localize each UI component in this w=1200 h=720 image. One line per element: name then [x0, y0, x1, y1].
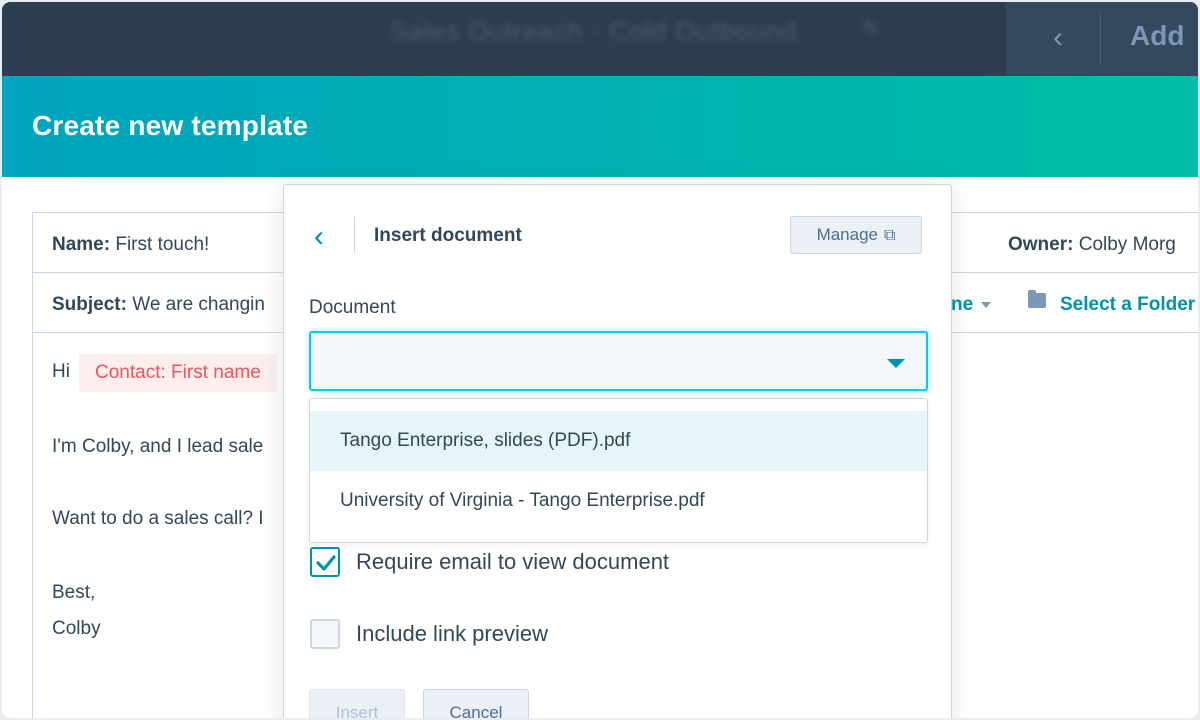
folder-icon: [1028, 290, 1046, 308]
edit-icon: ✎: [862, 16, 881, 41]
page-title: Create new template: [32, 110, 309, 141]
caret-down-icon: [887, 359, 905, 368]
select-folder-link[interactable]: Select a Folder: [1060, 294, 1195, 316]
body-signature: Colby: [52, 618, 101, 639]
body-line-2: Want to do a sales call? I: [52, 508, 264, 529]
topbar-divider: [1100, 14, 1101, 64]
document-select[interactable]: [309, 331, 928, 391]
checkmark-icon: [316, 555, 336, 571]
share-value: ne: [951, 294, 974, 315]
add-button[interactable]: Add: [1130, 20, 1184, 52]
require-email-label: Require email to view document: [356, 549, 670, 574]
name-field[interactable]: Name: First touch!: [52, 234, 209, 256]
body-greeting: Hi: [52, 361, 70, 382]
manage-label: Manage: [816, 225, 878, 244]
personalization-token[interactable]: Contact: First name: [79, 354, 277, 392]
body-signoff: Best,: [52, 582, 96, 603]
body-line-1: I'm Colby, and I lead sale: [52, 436, 264, 457]
name-label: Name:: [52, 234, 111, 255]
require-email-checkbox[interactable]: [310, 547, 340, 577]
app-window: Sales Outreach · Cold Outbound ✎ ‹ Add C…: [2, 2, 1198, 718]
link-preview-checkbox[interactable]: [310, 619, 340, 649]
popover-header-divider: [354, 217, 355, 253]
document-dropdown-menu: Tango Enterprise, slides (PDF).pdf Unive…: [309, 398, 928, 543]
chevron-left-icon[interactable]: ‹: [314, 221, 338, 253]
chevron-left-icon[interactable]: ‹: [1040, 20, 1076, 56]
insert-document-popover: ‹ Insert document Manage ⧉ Document Tango…: [283, 184, 952, 718]
popover-title: Insert document: [374, 225, 522, 246]
subject-value: We are changin: [132, 294, 265, 315]
top-navigation-bar: Sales Outreach · Cold Outbound ✎ ‹ Add: [2, 2, 1198, 76]
page-header: Create new template: [2, 76, 1198, 177]
manage-button[interactable]: Manage ⧉: [790, 216, 922, 254]
owner-label: Owner:: [1008, 234, 1074, 255]
subject-label: Subject:: [52, 294, 127, 315]
document-option[interactable]: University of Virginia - Tango Enterpris…: [310, 471, 927, 531]
external-link-icon: ⧉: [884, 227, 896, 244]
link-preview-label: Include link preview: [356, 621, 548, 646]
name-value: First touch!: [115, 234, 210, 255]
blurred-sequence-title: Sales Outreach · Cold Outbound: [390, 16, 798, 46]
chevron-down-icon: [981, 301, 992, 308]
insert-button[interactable]: Insert: [309, 689, 405, 718]
document-option[interactable]: Tango Enterprise, slides (PDF).pdf: [310, 411, 927, 471]
document-label: Document: [309, 297, 396, 318]
owner-value: Colby Morg: [1078, 234, 1176, 255]
cancel-button[interactable]: Cancel: [423, 689, 529, 718]
owner-field[interactable]: Owner: Colby Morg: [1008, 234, 1176, 256]
subject-field[interactable]: Subject: We are changin: [52, 294, 265, 316]
share-dropdown[interactable]: ne: [951, 294, 992, 316]
